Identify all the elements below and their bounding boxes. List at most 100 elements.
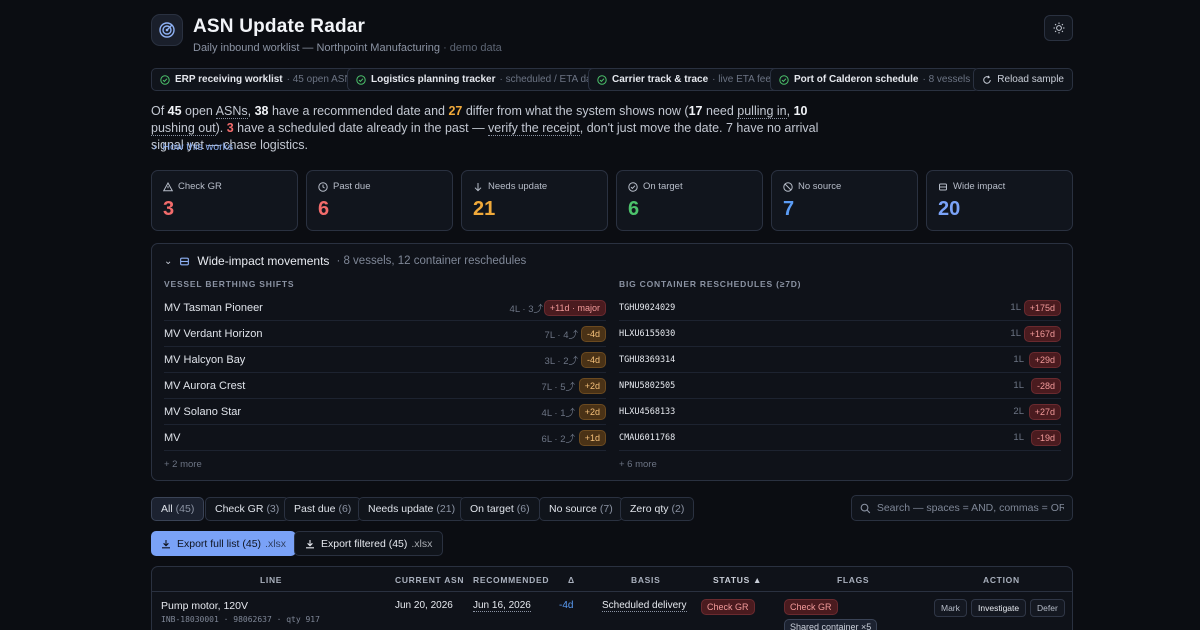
asn-table: LINE CURRENT ASN RECOMMENDED Δ BASIS STA… — [151, 566, 1073, 630]
vessel-meta: 7L · 5⤴ — [541, 381, 575, 393]
vessel-row[interactable]: MV Aurora Crest 7L · 5⤴ +2d — [164, 373, 606, 399]
vessel-meta: 7L · 4⤴ — [544, 329, 578, 341]
search-input[interactable] — [876, 502, 1064, 514]
vessel-row[interactable]: MV Halcyon Bay 3L · 2⤴ -4d — [164, 347, 606, 373]
source-desc: · live ETA feed — [712, 74, 777, 85]
vessel-shifts-header: VESSEL BERTHING SHIFTS — [164, 279, 295, 289]
app-title: ASN Update Radar — [193, 16, 366, 37]
card-no-source[interactable]: No source 7 — [771, 170, 918, 231]
export-full-button[interactable]: Export full list (45) .xlsx — [151, 531, 297, 556]
source-chip-carrier[interactable]: Carrier track & trace · live ETA feed — [588, 68, 786, 91]
container-row[interactable]: TGHU8369314 1L +29d — [619, 347, 1061, 373]
no-source-icon — [783, 181, 793, 192]
filter-past-due[interactable]: Past due (6) — [284, 497, 362, 521]
container-id: HLXU6155030 — [619, 328, 676, 339]
investigate-button[interactable]: Investigate — [971, 599, 1027, 617]
vessel-delta: +2d — [578, 377, 606, 394]
basis-value[interactable]: Scheduled delivery — [602, 600, 687, 612]
col-recommended[interactable]: RECOMMENDED — [473, 575, 549, 585]
source-name: Port of Calderon schedule — [794, 74, 919, 85]
reload-sample-button[interactable]: Reload sample — [973, 68, 1073, 91]
card-label: No source — [798, 181, 842, 192]
ship-icon — [939, 183, 947, 190]
col-action: ACTION — [983, 575, 1020, 585]
card-value: 6 — [318, 198, 330, 220]
card-past-due[interactable]: Past due 6 — [306, 170, 453, 231]
container-id: TGHU9024029 — [619, 302, 676, 313]
filter-on-target[interactable]: On target (6) — [460, 497, 540, 521]
download-icon — [306, 539, 314, 548]
vessel-delta: -4d — [580, 325, 606, 342]
source-chip-port[interactable]: Port of Calderon schedule · 8 vessels — [770, 68, 980, 91]
flag-badge: Check GR — [784, 599, 838, 615]
col-flags[interactable]: FLAGS — [837, 575, 869, 585]
vessel-row[interactable]: MV Solano Star 4L · 1⤴ +2d — [164, 399, 606, 425]
containers-more-link[interactable]: + 6 more — [619, 459, 657, 470]
filter-all[interactable]: All (45) — [151, 497, 205, 521]
container-id: NPNU5802505 — [619, 380, 676, 391]
col-current-asn[interactable]: CURRENT ASN — [395, 575, 464, 585]
container-delta: -19d — [1030, 429, 1061, 446]
card-on-target[interactable]: On target 6 — [616, 170, 763, 231]
line-name: Pump motor, 120V — [161, 600, 248, 612]
recommended-date[interactable]: Jun 16, 2026 — [473, 600, 531, 612]
container-row[interactable]: NPNU5802505 1L -28d — [619, 373, 1061, 399]
chevron-down-icon: ⌄ — [164, 255, 173, 267]
container-delta: -28d — [1030, 377, 1061, 394]
line-meta: INB-18030001 · 98062637 · qty 917 — [161, 615, 320, 624]
vessel-meta: 4L · 1⤴ — [541, 407, 575, 419]
pulling-in-term[interactable]: pulling in — [737, 104, 787, 119]
vessel-delta: +1d — [578, 429, 606, 446]
vessel-row[interactable]: MV Tasman Pioneer 4L · 3⤴ +11d · major — [164, 295, 606, 321]
pushing-out-term[interactable]: pushing out — [151, 121, 216, 136]
vessel-meta: 4L · 3⤴ — [509, 303, 543, 315]
container-row[interactable]: CMAU6011768 1L -19d — [619, 425, 1061, 451]
card-wide-impact[interactable]: Wide impact 20 — [926, 170, 1073, 231]
source-chip-erp[interactable]: ERP receiving worklist · 45 open ASNs — [151, 68, 366, 91]
vessel-row[interactable]: MV 6L · 2⤴ +1d — [164, 425, 606, 451]
container-delta: +167d — [1023, 325, 1061, 342]
search-box — [851, 495, 1073, 521]
verify-receipt-term[interactable]: verify the receipt — [488, 121, 580, 136]
container-id: HLXU4568133 — [619, 406, 676, 417]
col-basis[interactable]: BASIS — [631, 575, 660, 585]
how-this-works-toggle[interactable]: › How this works — [153, 141, 233, 153]
defer-button[interactable]: Defer — [1030, 599, 1065, 617]
card-label: Check GR — [178, 181, 222, 192]
card-label: Wide impact — [953, 181, 1006, 192]
check-circle-icon — [160, 74, 170, 85]
source-chip-logistics[interactable]: Logistics planning tracker · scheduled /… — [347, 68, 614, 91]
status-badge: Check GR — [701, 599, 755, 615]
container-meta: 1L — [1013, 380, 1024, 391]
container-row[interactable]: HLXU6155030 1L +167d — [619, 321, 1061, 347]
how-label: How this works — [162, 141, 234, 153]
filter-check-gr[interactable]: Check GR (3) — [205, 497, 290, 521]
current-asn-date: Jun 20, 2026 — [395, 600, 453, 611]
filter-zero-qty[interactable]: Zero qty (2) — [620, 497, 695, 521]
theme-toggle-button[interactable] — [1044, 15, 1073, 41]
export-filtered-button[interactable]: Export filtered (45) .xlsx — [294, 531, 444, 556]
vessels-more-link[interactable]: + 2 more — [164, 459, 202, 470]
card-check-gr[interactable]: Check GR 3 — [151, 170, 298, 231]
check-circle-icon — [597, 74, 607, 85]
col-line[interactable]: LINE — [260, 575, 282, 585]
filter-needs-update[interactable]: Needs update (21) — [358, 497, 466, 521]
filter-no-source[interactable]: No source (7) — [539, 497, 623, 521]
container-row[interactable]: TGHU9024029 1L +175d — [619, 295, 1061, 321]
asns-term[interactable]: ASNs — [215, 104, 248, 119]
card-needs-update[interactable]: Needs update 21 — [461, 170, 608, 231]
vessel-name: MV Verdant Horizon — [164, 327, 263, 340]
source-name: Carrier track & trace — [612, 74, 709, 85]
source-desc: · 8 vessels — [922, 74, 971, 85]
container-reschedules-header: BIG CONTAINER RESCHEDULES (≥7D) — [619, 279, 802, 289]
wide-impact-sub: · 8 vessels, 12 container reschedules — [336, 255, 527, 267]
container-row[interactable]: HLXU4568133 2L +27d — [619, 399, 1061, 425]
vessel-name: MV — [164, 431, 181, 444]
check-circle-icon — [356, 74, 366, 85]
col-status[interactable]: STATUS ▲ — [713, 575, 762, 585]
mark-button[interactable]: Mark — [934, 599, 967, 617]
col-delta[interactable]: Δ — [568, 575, 575, 585]
vessel-row[interactable]: MV Verdant Horizon 7L · 4⤴ -4d — [164, 321, 606, 347]
wide-impact-header[interactable]: ⌄ Wide-impact movements · 8 vessels, 12 … — [164, 254, 526, 268]
vessel-delta: +2d — [578, 403, 606, 420]
